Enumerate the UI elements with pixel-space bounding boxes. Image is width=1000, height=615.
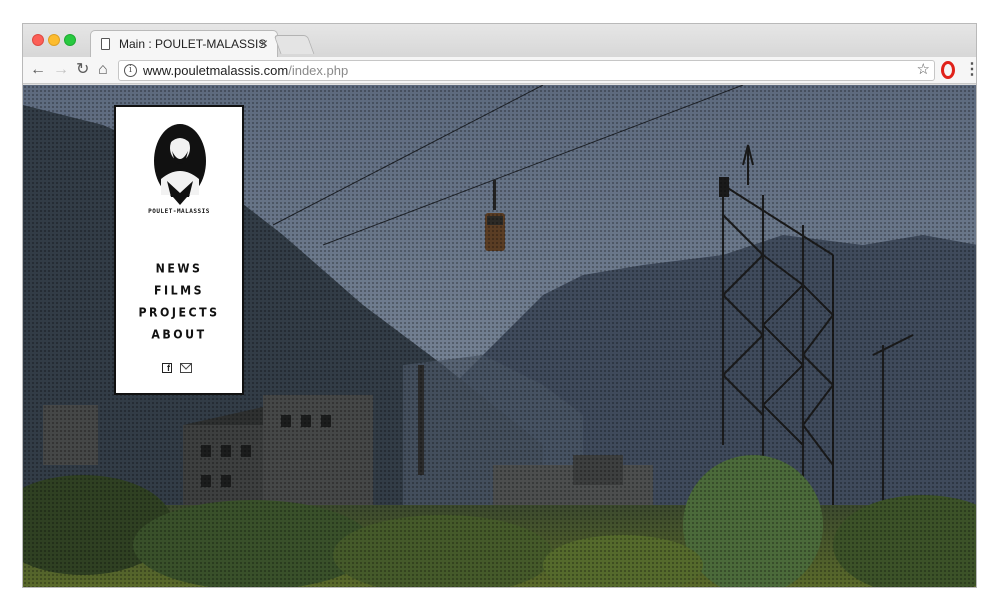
url-path: /index.php bbox=[288, 63, 349, 78]
home-icon[interactable]: ⌂ bbox=[98, 59, 108, 81]
toolbar: ← → ↻ ⌂ i www.pouletmalassis.com/index.p… bbox=[23, 57, 976, 84]
forward-icon[interactable]: → bbox=[53, 59, 69, 81]
tab-main[interactable]: Main : POULET-MALASSIS × bbox=[90, 30, 278, 58]
nav-about-link[interactable]: ABOUT bbox=[116, 323, 242, 347]
site-sidebar: POULET-MALASSIS NEWS FILMS PROJECTS ABOU… bbox=[114, 105, 244, 395]
facebook-icon[interactable]: f bbox=[162, 363, 172, 373]
page-icon bbox=[101, 38, 110, 50]
mail-icon[interactable] bbox=[180, 363, 192, 373]
menu-icon[interactable]: ⋮ bbox=[964, 59, 976, 79]
tab-close-icon[interactable]: × bbox=[260, 36, 268, 50]
brand-name: POULET-MALASSIS bbox=[148, 208, 210, 215]
url-text[interactable]: www.pouletmalassis.com/index.php bbox=[143, 63, 348, 78]
browser-window: Main : POULET-MALASSIS × ← → ↻ ⌂ i www.p… bbox=[22, 23, 977, 588]
nav-films-link[interactable]: FILMS bbox=[116, 279, 242, 303]
zoom-window-button[interactable] bbox=[64, 34, 76, 46]
star-icon[interactable]: ☆ bbox=[917, 60, 930, 78]
new-tab-button[interactable] bbox=[273, 35, 315, 54]
url-host: www.pouletmalassis.com bbox=[143, 63, 289, 78]
minimize-window-button[interactable] bbox=[48, 34, 60, 46]
reload-icon[interactable]: ↻ bbox=[76, 59, 89, 81]
opera-icon[interactable] bbox=[941, 61, 955, 79]
back-icon[interactable]: ← bbox=[30, 59, 46, 81]
page-viewport: POULET-MALASSIS NEWS FILMS PROJECTS ABOU… bbox=[23, 85, 976, 587]
portrait-logo[interactable] bbox=[153, 123, 207, 205]
site-nav: NEWS FILMS PROJECTS ABOUT bbox=[116, 258, 242, 346]
nav-projects-link[interactable]: PROJECTS bbox=[116, 301, 242, 325]
tab-strip: Main : POULET-MALASSIS × bbox=[23, 24, 976, 58]
nav-news-link[interactable]: NEWS bbox=[116, 257, 242, 281]
info-icon[interactable]: i bbox=[124, 64, 137, 77]
close-window-button[interactable] bbox=[32, 34, 44, 46]
tab-title: Main : POULET-MALASSIS bbox=[119, 37, 267, 51]
address-bar[interactable]: i www.pouletmalassis.com/index.php ☆ bbox=[118, 60, 935, 81]
